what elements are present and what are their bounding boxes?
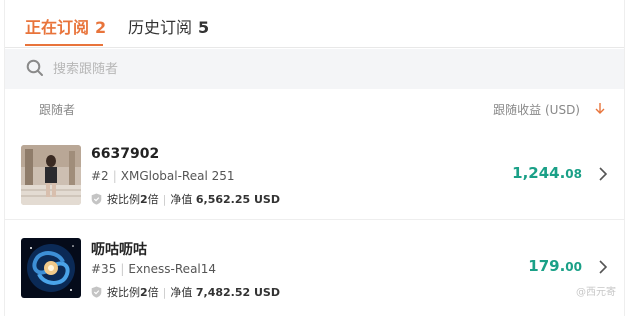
follower-rank: #35	[91, 262, 117, 276]
search-icon	[26, 59, 43, 76]
divider: |	[112, 169, 117, 183]
profit-decimal: 00	[565, 260, 582, 274]
follower-profit: 179.00	[528, 257, 582, 275]
avatar	[21, 145, 81, 205]
tab-label: 正在订阅	[25, 18, 90, 37]
tab-label: 历史订阅	[128, 18, 193, 37]
sort-down-arrow-icon[interactable]	[594, 102, 606, 115]
tab-history-subscriptions[interactable]: 历史订阅 5	[128, 14, 209, 38]
follower-rank: #2	[91, 169, 109, 183]
profit-decimal: 08	[565, 167, 582, 181]
column-follower-header: 跟随者	[39, 103, 76, 117]
follower-account: XMGlobal-Real 251	[120, 169, 235, 183]
chevron-right-icon[interactable]	[598, 166, 608, 182]
tab-current-subscriptions[interactable]: 正在订阅 2	[25, 14, 106, 38]
search-input[interactable]	[53, 57, 573, 81]
follower-account-line: #2 | XMGlobal-Real 251	[91, 169, 235, 183]
follower-row[interactable]: 6637902 #2 | XMGlobal-Real 251 按比例2倍 | 净值 6,…	[5, 128, 624, 220]
search-bar	[5, 49, 624, 89]
follower-row[interactable]: 呖咕呖咕 #35 | Exness-Real14 按比例2倍 | 净值 7,482.52…	[5, 221, 624, 313]
active-tab-indicator	[25, 44, 103, 46]
equity-label: 净值	[170, 286, 193, 299]
follower-account: Exness-Real14	[128, 262, 217, 276]
follower-account-line: #35 | Exness-Real14	[91, 262, 216, 276]
subscription-panel: 正在订阅 2 历史订阅 5 跟随者 跟随收益 (USD)	[4, 0, 625, 316]
equity-value: 6,562.25 USD	[195, 193, 280, 206]
divider: |	[162, 193, 167, 206]
divider: |	[120, 262, 125, 276]
column-profit-header[interactable]: 跟随收益 (USD)	[493, 101, 580, 118]
profit-integer: 179.	[528, 257, 566, 275]
copy-mode-label: 按比例	[107, 193, 140, 206]
watermark: @西元寄	[576, 287, 616, 298]
follower-name: 呖咕呖咕	[91, 242, 147, 258]
copy-ratio-value: 2	[140, 286, 148, 299]
copy-ratio-value: 2	[140, 193, 148, 206]
tab-count: 5	[198, 18, 210, 37]
follower-name: 6637902	[91, 146, 160, 162]
shield-icon	[91, 193, 102, 205]
profit-integer: 1,244.	[512, 164, 566, 182]
follower-profit: 1,244.08	[512, 164, 582, 182]
avatar	[21, 238, 81, 298]
divider: |	[162, 286, 167, 299]
tab-count: 2	[95, 18, 107, 37]
chevron-right-icon[interactable]	[598, 259, 608, 275]
list-header: 跟随者 跟随收益 (USD)	[5, 89, 624, 127]
shield-icon	[91, 286, 102, 298]
copy-mode-label: 按比例	[107, 286, 140, 299]
equity-label: 净值	[170, 193, 193, 206]
equity-value: 7,482.52 USD	[195, 286, 280, 299]
copy-ratio-unit: 倍	[147, 193, 159, 206]
follower-copy-info: 按比例2倍 | 净值 7,482.52 USD	[91, 284, 280, 300]
tab-bar: 正在订阅 2 历史订阅 5	[5, 0, 624, 48]
copy-ratio-unit: 倍	[147, 286, 159, 299]
follower-copy-info: 按比例2倍 | 净值 6,562.25 USD	[91, 191, 280, 207]
